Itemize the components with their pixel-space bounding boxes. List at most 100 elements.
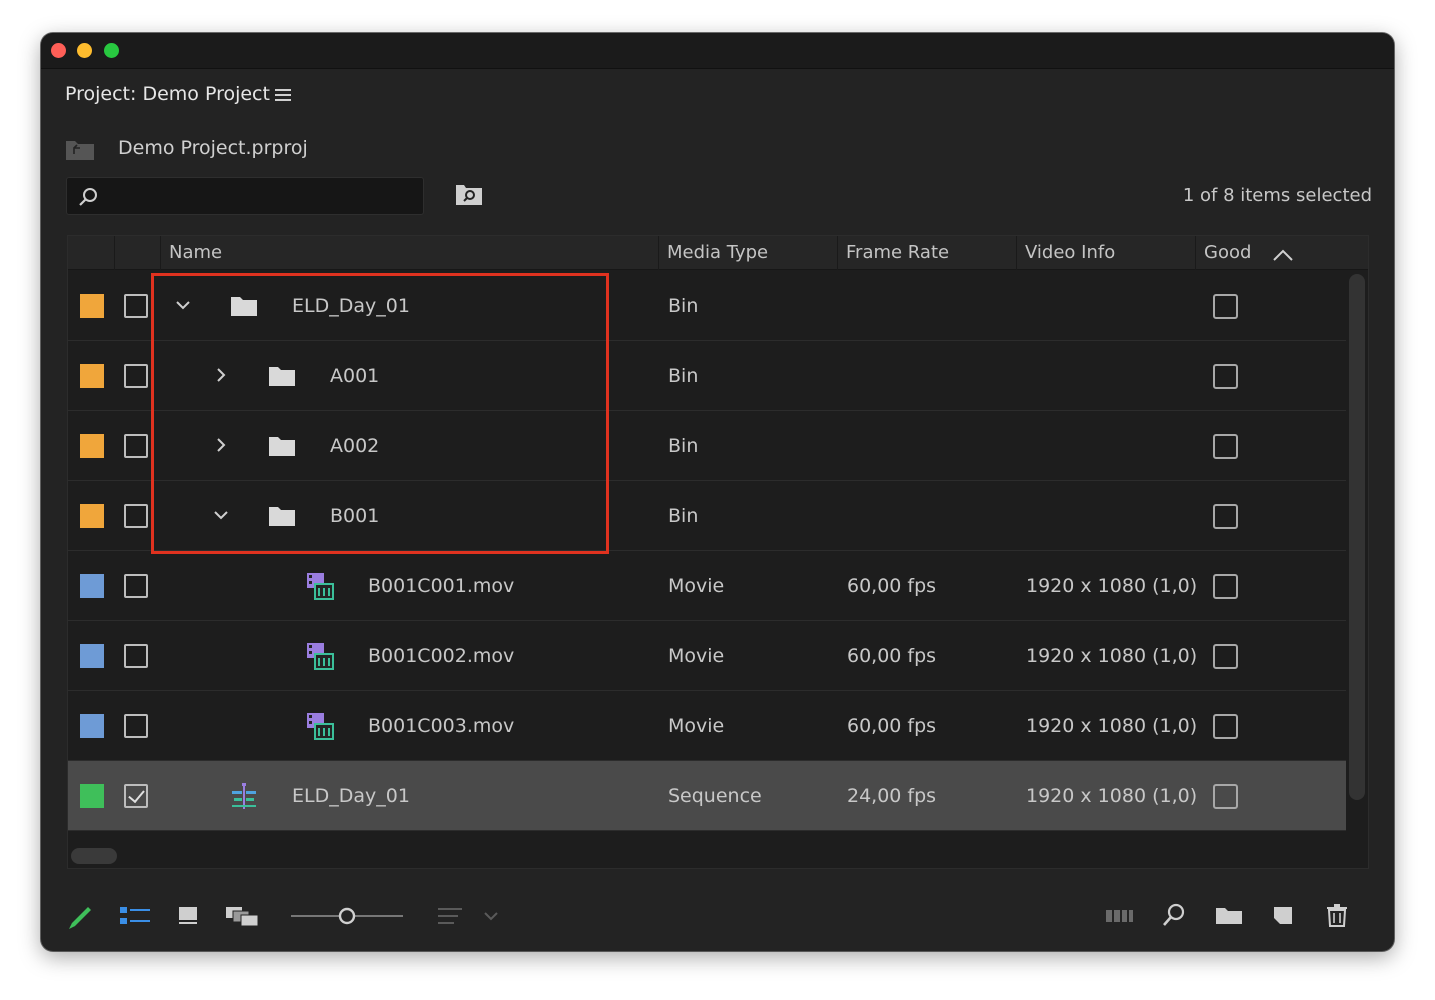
- project-bin-up-icon[interactable]: [65, 137, 95, 161]
- row-select-checkbox[interactable]: [124, 434, 148, 458]
- name-column-header[interactable]: Name: [160, 236, 658, 270]
- video-info-column-header[interactable]: Video Info: [1016, 236, 1195, 270]
- video-info-cell: 1920 x 1080 (1,0): [1026, 785, 1198, 807]
- media-type-cell: Movie: [668, 715, 725, 737]
- new-bin-icon[interactable]: [1215, 901, 1243, 931]
- project-file-name: Demo Project.prproj: [118, 137, 308, 159]
- automate-to-sequence-icon[interactable]: [1105, 901, 1135, 931]
- folder-icon: [229, 291, 259, 321]
- create-search-bin-icon[interactable]: [455, 181, 483, 207]
- frame-rate-cell: 24,00 fps: [847, 785, 937, 807]
- media-type-cell: Sequence: [668, 785, 762, 807]
- label-color-swatch[interactable]: [80, 714, 104, 738]
- label-color-swatch[interactable]: [80, 644, 104, 668]
- good-checkbox[interactable]: [1213, 364, 1238, 389]
- find-icon[interactable]: [1161, 901, 1187, 931]
- folder-icon: [267, 431, 297, 461]
- good-checkbox[interactable]: [1213, 784, 1238, 809]
- folder-icon: [267, 361, 297, 391]
- list-view-icon[interactable]: [119, 901, 151, 931]
- search-input[interactable]: [109, 184, 409, 208]
- item-name: B001: [330, 505, 380, 527]
- table-row[interactable]: A001 Bin: [68, 341, 1346, 411]
- media-type-cell: Bin: [668, 435, 699, 457]
- good-checkbox[interactable]: [1213, 644, 1238, 669]
- pencil-icon[interactable]: [67, 901, 95, 931]
- selection-status: 1 of 8 items selected: [1182, 185, 1372, 206]
- sort-dropdown-icon[interactable]: [483, 901, 499, 931]
- row-select-checkbox[interactable]: [124, 714, 148, 738]
- label-column-header[interactable]: [68, 236, 114, 270]
- video-info-cell: 1920 x 1080 (1,0): [1026, 715, 1198, 737]
- good-checkbox[interactable]: [1213, 714, 1238, 739]
- table-row[interactable]: B001C002.mov Movie 60,00 fps 1920 x 1080 (1…: [68, 621, 1346, 691]
- chevron-down-icon[interactable]: [174, 296, 192, 314]
- row-select-checkbox[interactable]: [124, 644, 148, 668]
- item-name: ELD_Day_01: [292, 295, 410, 317]
- media-type-cell: Bin: [668, 505, 699, 527]
- label-color-swatch[interactable]: [80, 434, 104, 458]
- table-row[interactable]: ELD_Day_01 Sequence 24,00 fps 1920 x 1080 (…: [68, 761, 1346, 831]
- minimize-window-button[interactable]: [77, 43, 92, 58]
- search-box[interactable]: [66, 177, 424, 215]
- zoom-window-button[interactable]: [104, 43, 119, 58]
- row-select-checkbox[interactable]: [124, 784, 148, 808]
- media-type-column-header[interactable]: Media Type: [658, 236, 837, 270]
- sort-icons-icon[interactable]: [437, 901, 463, 931]
- media-type-cell: Movie: [668, 645, 725, 667]
- sort-ascending-icon[interactable]: [1272, 248, 1294, 262]
- title-bar: [41, 33, 1394, 69]
- chevron-down-icon[interactable]: [212, 506, 230, 524]
- project-panel-window: Project: Demo Project Demo Project.prpro…: [41, 33, 1394, 951]
- movie-clip-icon: [305, 571, 335, 601]
- media-type-cell: Bin: [668, 295, 699, 317]
- media-type-cell: Movie: [668, 575, 725, 597]
- freeform-view-icon[interactable]: [225, 901, 259, 931]
- label-color-swatch[interactable]: [80, 364, 104, 388]
- item-name: B001C001.mov: [368, 575, 515, 597]
- table-row[interactable]: B001C003.mov Movie 60,00 fps 1920 x 1080 (1…: [68, 691, 1346, 761]
- video-info-cell: 1920 x 1080 (1,0): [1026, 645, 1198, 667]
- icon-view-icon[interactable]: [177, 901, 199, 931]
- close-window-button[interactable]: [51, 43, 66, 58]
- good-checkbox[interactable]: [1213, 574, 1238, 599]
- new-item-icon[interactable]: [1271, 901, 1295, 931]
- label-color-swatch[interactable]: [80, 504, 104, 528]
- zoom-slider[interactable]: [291, 901, 405, 931]
- item-name: B001C002.mov: [368, 645, 515, 667]
- trash-icon[interactable]: [1325, 901, 1349, 931]
- horizontal-scrollbar[interactable]: [71, 848, 117, 864]
- item-name: ELD_Day_01: [292, 785, 410, 807]
- panel-menu-icon[interactable]: [275, 86, 291, 104]
- vertical-scrollbar[interactable]: [1349, 274, 1365, 800]
- chevron-right-icon[interactable]: [212, 436, 230, 454]
- good-checkbox[interactable]: [1213, 294, 1238, 319]
- table-row[interactable]: B001C001.mov Movie 60,00 fps 1920 x 1080 (1…: [68, 551, 1346, 621]
- good-checkbox[interactable]: [1213, 504, 1238, 529]
- project-items-table: Name Media Type Frame Rate Video Info Go…: [67, 235, 1369, 869]
- sequence-icon: [229, 781, 259, 811]
- label-color-swatch[interactable]: [80, 294, 104, 318]
- row-select-checkbox[interactable]: [124, 364, 148, 388]
- row-select-checkbox[interactable]: [124, 574, 148, 598]
- frame-rate-column-header[interactable]: Frame Rate: [837, 236, 1016, 270]
- chevron-right-icon[interactable]: [212, 366, 230, 384]
- label-color-swatch[interactable]: [80, 784, 104, 808]
- folder-icon: [267, 501, 297, 531]
- table-header: Name Media Type Frame Rate Video Info Go…: [68, 236, 1368, 270]
- row-select-checkbox[interactable]: [124, 294, 148, 318]
- frame-rate-cell: 60,00 fps: [847, 575, 937, 597]
- table-row[interactable]: ELD_Day_01 Bin: [68, 271, 1346, 341]
- row-select-checkbox[interactable]: [124, 504, 148, 528]
- label-color-swatch[interactable]: [80, 574, 104, 598]
- search-icon: [79, 188, 97, 206]
- movie-clip-icon: [305, 711, 335, 741]
- video-info-cell: 1920 x 1080 (1,0): [1026, 575, 1198, 597]
- item-name: B001C003.mov: [368, 715, 515, 737]
- good-checkbox[interactable]: [1213, 434, 1238, 459]
- panel-title: Project: Demo Project: [65, 83, 270, 105]
- table-row[interactable]: A002 Bin: [68, 411, 1346, 481]
- table-row[interactable]: B001 Bin: [68, 481, 1346, 551]
- frame-rate-cell: 60,00 fps: [847, 715, 937, 737]
- select-column-header[interactable]: [114, 236, 160, 270]
